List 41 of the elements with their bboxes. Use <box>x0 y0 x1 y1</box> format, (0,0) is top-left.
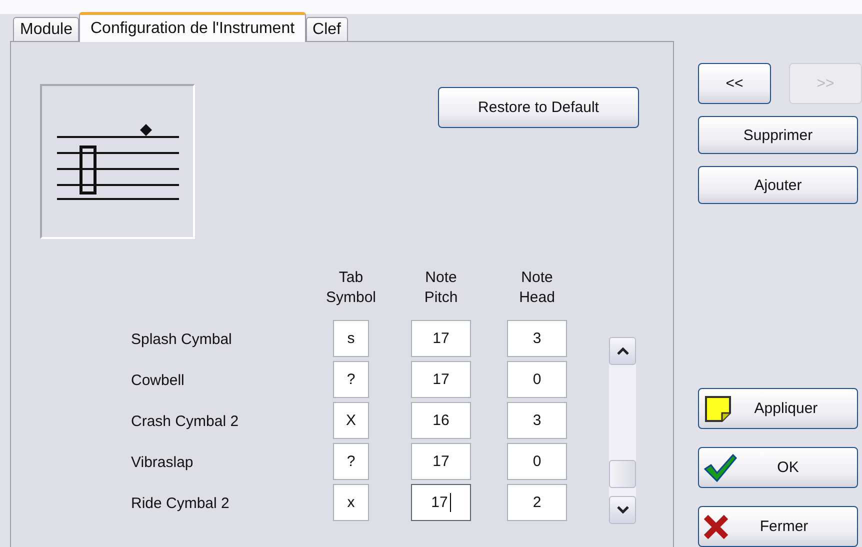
tab[interactable]: Configuration de l'Instrument <box>79 12 306 42</box>
close-icon <box>703 514 729 540</box>
side-button[interactable]: Supprimer <box>698 116 858 154</box>
input-field[interactable]: 3 <box>507 402 567 439</box>
nav-button[interactable]: << <box>698 63 771 104</box>
column-header: Note Head <box>519 268 555 308</box>
action-button[interactable]: Appliquer <box>698 388 858 429</box>
action-button[interactable]: Fermer <box>698 506 858 547</box>
input-field[interactable]: 0 <box>507 443 567 480</box>
column-header: Note Pitch <box>424 268 458 308</box>
input-field[interactable]: 17 <box>411 484 471 521</box>
input-field[interactable]: 16 <box>411 402 471 439</box>
tab[interactable]: Module <box>13 17 80 41</box>
input-field[interactable]: ? <box>333 361 369 398</box>
input-field[interactable]: 0 <box>507 361 567 398</box>
input-field[interactable]: 17 <box>411 443 471 480</box>
action-button[interactable]: OK <box>698 447 858 488</box>
instrument-name: Cowbell <box>131 371 186 391</box>
instrument-name: Crash Cymbal 2 <box>131 412 240 432</box>
column-header: Tab Symbol <box>326 268 376 308</box>
note-icon <box>703 394 733 424</box>
instrument-name: Splash Cymbal <box>131 330 233 350</box>
instrument-name: Ride Cymbal 2 <box>131 494 230 514</box>
restore-default-button[interactable]: Restore to Default <box>438 87 639 128</box>
side-button[interactable]: Ajouter <box>698 166 858 204</box>
input-field[interactable]: x <box>333 484 369 521</box>
input-field[interactable]: 2 <box>507 484 567 521</box>
text-cursor <box>450 493 451 512</box>
input-field[interactable]: 3 <box>507 320 567 357</box>
checkmark-icon <box>703 452 737 482</box>
input-field[interactable]: X <box>333 402 369 439</box>
instrument-name: Vibraslap <box>131 453 194 473</box>
scroll-down-icon[interactable] <box>609 496 636 524</box>
scroll-up-icon[interactable] <box>609 337 636 365</box>
tab[interactable]: Clef <box>306 17 348 41</box>
scrollbar[interactable] <box>609 337 636 524</box>
scroll-thumb[interactable] <box>609 460 636 488</box>
input-field[interactable]: 17 <box>411 320 471 357</box>
input-field[interactable]: ? <box>333 443 369 480</box>
input-field[interactable]: s <box>333 320 369 357</box>
input-field[interactable]: 17 <box>411 361 471 398</box>
